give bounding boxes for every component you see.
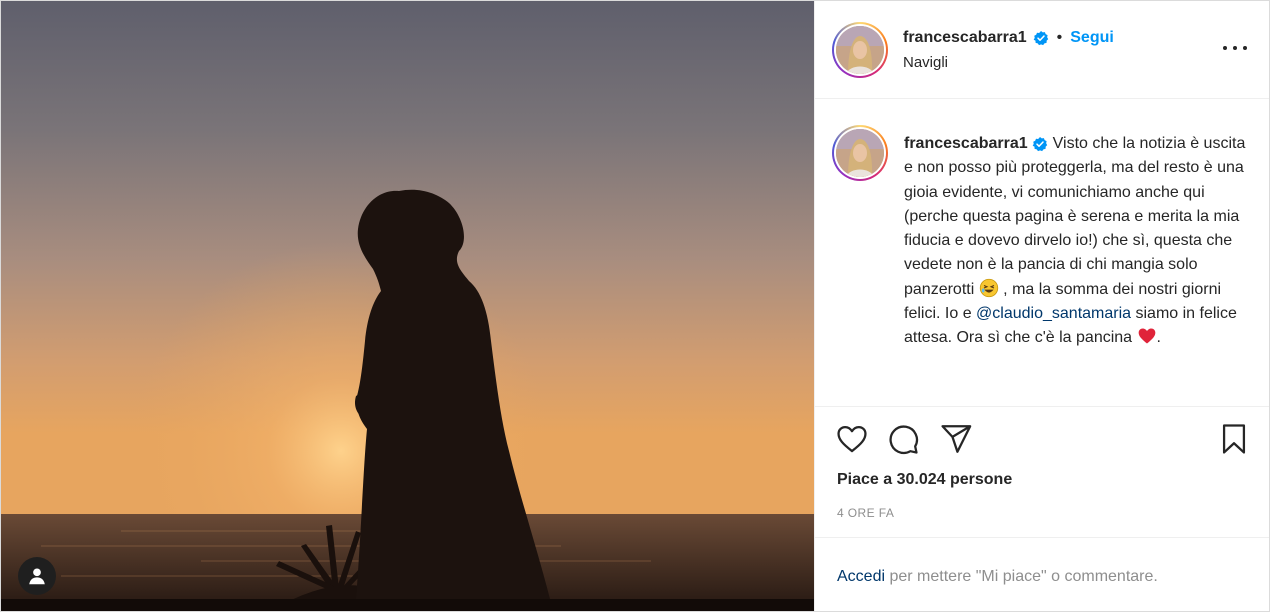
comment-button[interactable] — [886, 422, 920, 456]
caption-username[interactable]: francescabarra1 — [904, 135, 1028, 152]
caption-section: francescabarra1 Visto che la notizia è u… — [815, 100, 1269, 407]
verified-icon — [1032, 136, 1047, 151]
sunset-silhouette-image — [1, 1, 814, 611]
author-avatar[interactable] — [832, 22, 888, 78]
likes-count[interactable]: Piace a 30.024 persone — [837, 471, 1012, 489]
post-timestamp[interactable]: 4 ORE FA — [837, 506, 894, 520]
share-button[interactable] — [939, 422, 973, 456]
action-bar — [835, 422, 1251, 456]
share-icon — [941, 425, 972, 453]
caption-part-1: Visto che la notizia è uscita e non poss… — [904, 135, 1246, 298]
like-button[interactable] — [835, 422, 869, 456]
post-photo[interactable] — [1, 1, 814, 611]
red-heart-emoji-icon — [1138, 328, 1155, 344]
caption-text: francescabarra1 Visto che la notizia è u… — [904, 132, 1254, 351]
instagram-post: francescabarra1 • Segui Navigli francesc… — [0, 0, 1270, 612]
save-button[interactable] — [1217, 422, 1251, 456]
heart-icon — [837, 425, 867, 453]
login-link[interactable]: Accedi — [837, 568, 885, 585]
avatar-image — [836, 26, 884, 74]
login-prompt-text: per mettere "Mi piace" o commentare. — [889, 568, 1158, 585]
comment-icon — [889, 425, 919, 455]
user-tag-button[interactable] — [18, 557, 56, 595]
save-icon — [1222, 424, 1246, 454]
post-side-panel: francescabarra1 • Segui Navigli francesc… — [814, 1, 1269, 611]
post-header: francescabarra1 • Segui Navigli — [815, 1, 1269, 99]
header-name-row: francescabarra1 • Segui — [903, 29, 1114, 47]
post-location[interactable]: Navigli — [903, 54, 948, 71]
caption-part-4: . — [1156, 329, 1161, 347]
author-username[interactable]: francescabarra1 — [903, 29, 1027, 47]
login-prompt: Accedi per mettere "Mi piace" o commenta… — [815, 537, 1269, 611]
mention-link[interactable]: @claudio_santamaria — [976, 305, 1131, 322]
avatar-image — [836, 129, 884, 177]
user-tag-icon — [29, 568, 45, 585]
caption-avatar[interactable] — [832, 125, 888, 181]
verified-icon — [1033, 31, 1048, 46]
more-options-icon[interactable] — [1223, 41, 1247, 55]
follow-button[interactable]: Segui — [1070, 29, 1114, 47]
separator-dot: • — [1056, 29, 1063, 46]
laughing-emoji-icon — [979, 278, 998, 297]
